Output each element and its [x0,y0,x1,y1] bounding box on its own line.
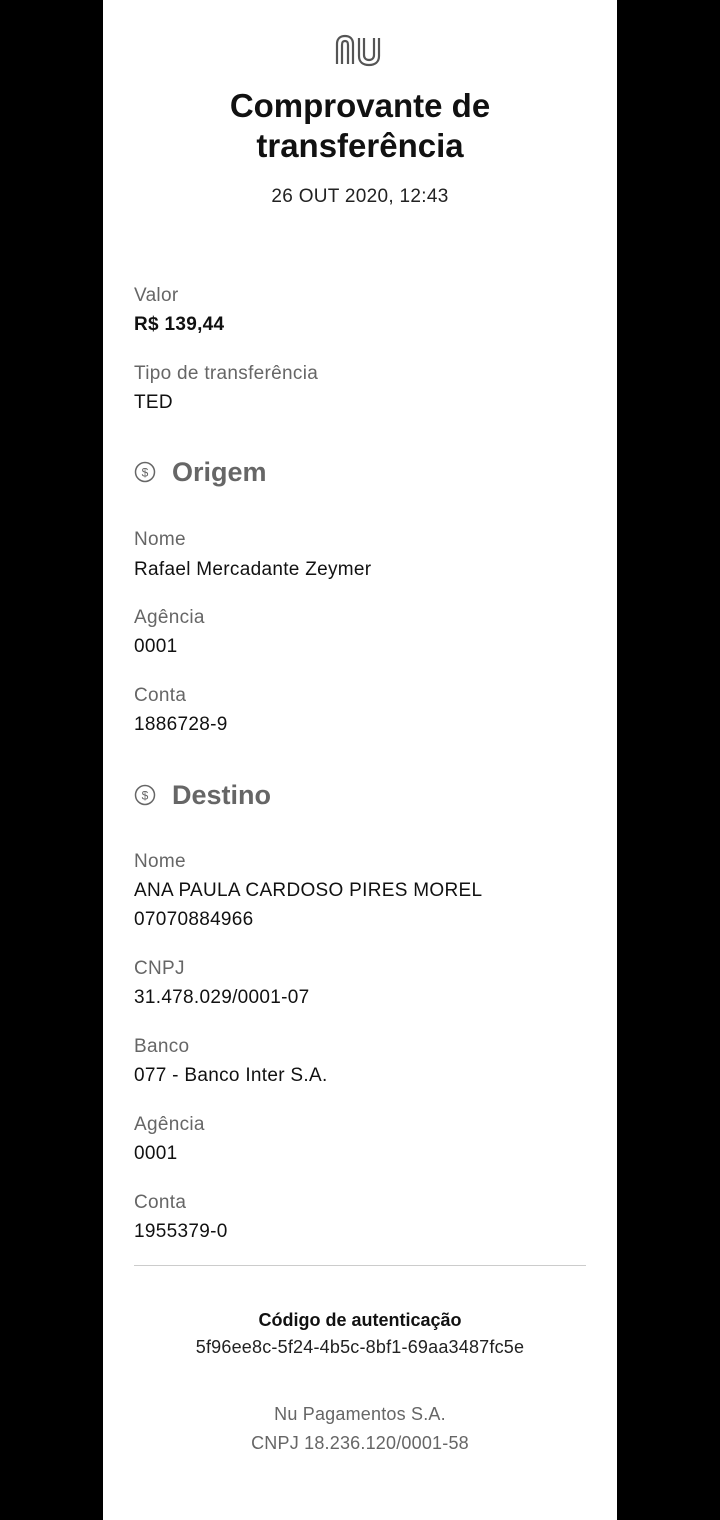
divider [134,1265,586,1266]
destino-cnpj-label: CNPJ [134,958,185,979]
destino-nome-value: ANA PAULA CARDOSO PIRES MOREL 0707088496… [134,876,482,934]
page-title-line1: Comprovante de [229,87,491,124]
svg-text:$: $ [142,789,149,803]
money-icon: $ [134,461,156,483]
page-title-line2: transferência [256,127,464,164]
section-destino-title: Destino [172,780,272,810]
origem-conta-label: Conta [134,685,187,706]
tipo-value: TED [134,392,173,413]
origem-nome-label: Nome [134,529,186,550]
destino-banco-label: Banco [134,1036,190,1057]
destino-cnpj-value: 31.478.029/0001-07 [134,987,310,1008]
money-icon: $ [134,784,156,806]
tipo-label: Tipo de transferência [134,363,319,384]
receipt-page: Comprovante de transferência 26 OUT 2020… [103,0,617,1520]
page-title: Comprovante de transferência [103,86,617,166]
valor-label: Valor [134,285,179,306]
origem-agencia-label: Agência [134,607,205,628]
destino-agencia-label: Agência [134,1114,205,1135]
destino-banco-value: 077 - Banco Inter S.A. [134,1065,328,1086]
svg-text:$: $ [142,466,149,480]
origem-nome-value: Rafael Mercadante Zeymer [134,559,372,580]
section-origem-title: Origem [172,457,267,487]
footer-company: Nu Pagamentos S.A. [274,1404,446,1424]
destino-conta-label: Conta [134,1192,187,1213]
transfer-datetime: 26 OUT 2020, 12:43 [271,186,449,207]
destino-nome-label: Nome [134,851,186,872]
auth-code-value: 5f96ee8c-5f24-4b5c-8bf1-69aa3487fc5e [195,1337,525,1357]
destino-nome-line2: 07070884966 [134,909,254,930]
nubank-logo-icon [335,34,381,67]
destino-nome-line1: ANA PAULA CARDOSO PIRES MOREL [134,880,483,901]
valor-value: R$ 139,44 [134,314,225,335]
destino-conta-value: 1955379-0 [134,1221,228,1242]
origem-agencia-value: 0001 [134,636,178,657]
auth-code-title: Código de autenticação [258,1310,462,1330]
footer-cnpj: CNPJ 18.236.120/0001-58 [251,1433,469,1453]
destino-agencia-value: 0001 [134,1143,178,1164]
origem-conta-value: 1886728-9 [134,714,228,735]
